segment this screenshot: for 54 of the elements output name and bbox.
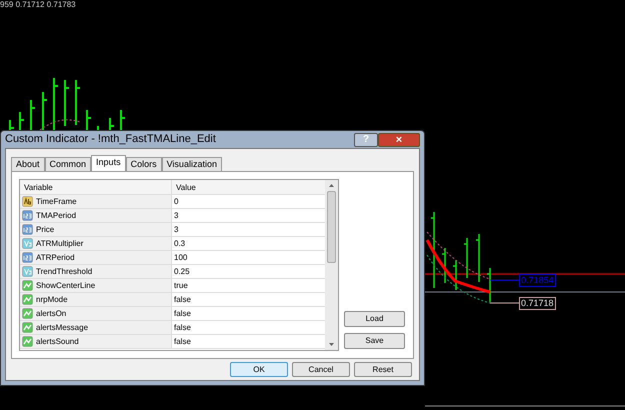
- integer-type-icon: [22, 224, 33, 235]
- boolean-type-icon: [22, 322, 33, 333]
- integer-type-icon: [22, 210, 33, 221]
- double-type-icon: [22, 238, 33, 249]
- variable-value[interactable]: true: [172, 279, 325, 292]
- boolean-type-icon: [22, 336, 33, 347]
- tab[interactable]: Visualization: [162, 157, 222, 171]
- tab[interactable]: Common: [44, 157, 92, 171]
- variable-name: TimeFrame: [36, 196, 77, 208]
- variable-name: Price: [36, 224, 54, 236]
- scroll-thumb[interactable]: [327, 191, 336, 263]
- close-button[interactable]: ×: [378, 132, 420, 146]
- price-header: 959 0.71712 0.71783: [0, 0, 76, 9]
- variable-value[interactable]: false: [172, 321, 325, 334]
- tab[interactable]: About: [11, 157, 45, 171]
- variable-name: alertsMessage: [36, 322, 88, 334]
- price-label: 0.71718: [519, 297, 556, 310]
- variable-value[interactable]: 3: [172, 223, 325, 236]
- variable-name: alertsOn: [36, 308, 66, 320]
- tab[interactable]: Colors: [126, 157, 162, 171]
- boolean-type-icon: [22, 308, 33, 319]
- variable-value[interactable]: 100: [172, 251, 325, 264]
- price-label: 0.71854: [519, 274, 556, 287]
- scrollbar[interactable]: [325, 180, 338, 350]
- variable-name: nrpMode: [36, 294, 68, 306]
- variable-name: ATRPeriod: [36, 252, 75, 264]
- variable-name: TrendThreshold: [36, 266, 92, 278]
- variable-name: ShowCenterLine: [36, 280, 96, 292]
- variable-name: ATRMultiplier: [36, 238, 84, 250]
- scroll-down-icon[interactable]: [329, 343, 334, 346]
- integer-type-icon: [22, 252, 33, 263]
- dialog-button[interactable]: OK: [230, 362, 288, 377]
- tab[interactable]: Inputs: [91, 155, 126, 171]
- boolean-type-icon: [22, 294, 33, 305]
- string-type-icon: [22, 196, 33, 207]
- variable-value[interactable]: 0.25: [172, 265, 325, 278]
- side-button[interactable]: Load: [344, 311, 405, 327]
- dialog-button[interactable]: Cancel: [292, 362, 350, 377]
- dialog-button[interactable]: Reset: [354, 362, 412, 377]
- variable-value[interactable]: false: [172, 335, 325, 348]
- variable-value[interactable]: 0.3: [172, 237, 325, 250]
- column-header[interactable]: Variable: [20, 180, 172, 194]
- scroll-up-icon[interactable]: [329, 184, 334, 187]
- side-button[interactable]: Save: [344, 333, 405, 349]
- boolean-type-icon: [22, 280, 33, 291]
- window-title: Custom Indicator - !mth_FastTMALine_Edit: [5, 132, 217, 148]
- variable-name: TMAPeriod: [36, 210, 76, 222]
- variable-value[interactable]: 3: [172, 209, 325, 222]
- variable-value[interactable]: false: [172, 307, 325, 320]
- double-type-icon: [22, 266, 33, 277]
- variable-name: alertsSound: [36, 336, 79, 348]
- column-header[interactable]: Value: [172, 180, 325, 194]
- variable-value[interactable]: false: [172, 293, 325, 306]
- variable-value[interactable]: 0: [172, 195, 325, 208]
